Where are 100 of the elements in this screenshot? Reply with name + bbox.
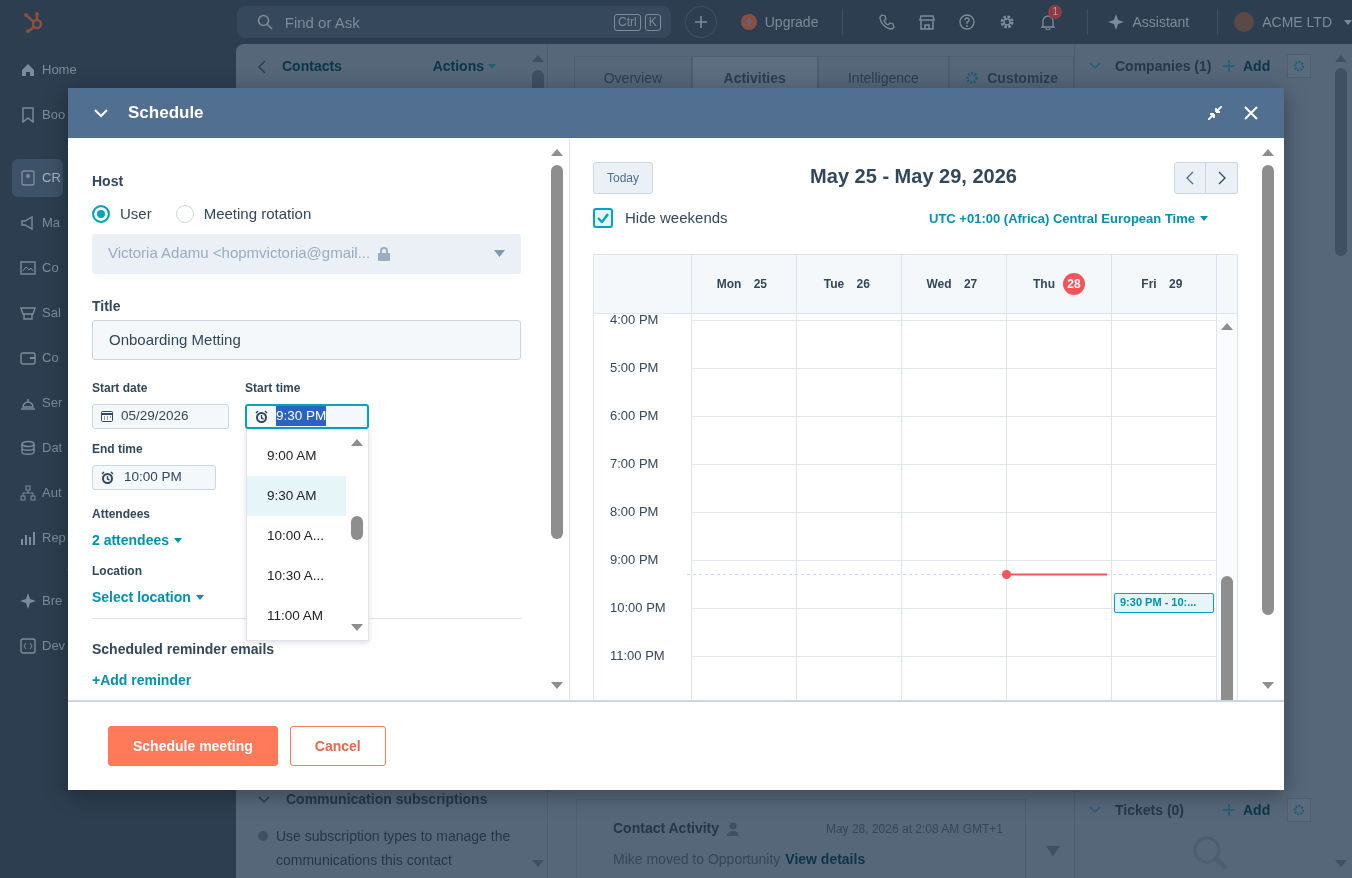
minimize-icon[interactable] <box>1208 106 1222 120</box>
today-button[interactable]: Today <box>593 162 654 194</box>
sidebar-item[interactable]: Dev <box>12 627 68 665</box>
hour-label: 6:00 PM <box>610 407 659 423</box>
time-field[interactable]: 10:00 PM <box>92 464 216 490</box>
day-name: Wed <box>926 275 952 293</box>
hour-label: 7:00 PM <box>610 455 659 471</box>
settings-icon[interactable] <box>999 14 1016 30</box>
time-field[interactable]: 9:30 PM <box>245 403 369 429</box>
dialog-title: Schedule <box>128 102 204 125</box>
sidebar-item[interactable]: Sal <box>12 294 63 332</box>
settings-icon <box>1293 804 1306 816</box>
field-label: Location <box>92 562 142 579</box>
chevron-down-icon <box>1089 62 1101 70</box>
time-option[interactable]: 9:00 AM <box>247 436 346 476</box>
actions-menu[interactable]: Actions <box>432 56 496 77</box>
day-date: 28 <box>1063 272 1085 295</box>
sidebar-item[interactable]: Boo <box>12 96 68 134</box>
plus-icon <box>1223 804 1235 816</box>
attendees-menu[interactable]: 2 attendees <box>92 529 183 551</box>
hour-label: 5:00 PM <box>610 359 659 375</box>
sidebar-item[interactable]: Co <box>12 249 61 287</box>
megaphone-icon <box>20 215 36 231</box>
chevron-down-icon <box>258 795 270 804</box>
calendar-event[interactable]: 9:30 PM - 10:... <box>1114 592 1214 613</box>
sidebar-item[interactable]: Rep <box>12 519 68 557</box>
image-icon <box>20 260 36 276</box>
hour-label: 11:00 PM <box>610 647 665 663</box>
time-option[interactable]: 11:00 AM <box>247 596 346 636</box>
store-icon[interactable] <box>919 14 936 30</box>
sidebar-item[interactable]: Home <box>12 51 79 89</box>
date-field[interactable]: 05/29/2026 <box>92 403 229 429</box>
day-name: Mon <box>716 275 742 293</box>
add-reminder-link[interactable]: +Add reminder <box>92 670 192 689</box>
day-name: Fri <box>1141 275 1157 293</box>
chevron-down-icon[interactable] <box>94 108 108 118</box>
field-label: End time <box>92 440 143 457</box>
calendar-icon <box>101 410 113 422</box>
caret-icon <box>494 250 505 257</box>
checkbox-label[interactable]: Hide weekends <box>625 207 728 230</box>
hour-label: 8:00 PM <box>610 503 659 519</box>
field-label: Start date <box>92 379 148 396</box>
caret-icon <box>174 537 183 543</box>
sparkle-icon <box>20 593 36 609</box>
bell-icon[interactable] <box>1040 14 1057 30</box>
settings-icon <box>1293 60 1306 72</box>
notification-badge: 1 <box>1048 5 1062 19</box>
cancel-button[interactable]: Cancel <box>289 726 386 766</box>
chevron-left-icon <box>258 59 266 74</box>
previous-button[interactable] <box>1174 162 1206 194</box>
day-date: 27 <box>962 275 979 293</box>
add-link[interactable]: Add <box>1223 55 1271 77</box>
caret-icon <box>1344 19 1352 25</box>
lock-icon <box>378 246 391 261</box>
chevron-right-icon <box>1217 171 1226 185</box>
sidebar-item[interactable]: Ma <box>12 204 63 242</box>
location-menu[interactable]: Select location <box>92 586 204 608</box>
checkbox[interactable] <box>593 208 613 229</box>
sidebar-item[interactable]: CR <box>12 159 63 197</box>
timezone-menu[interactable]: UTC +01:00 (Africa) Central European Time <box>929 208 1208 228</box>
next-button[interactable] <box>1206 162 1238 194</box>
alarm-clock-icon <box>101 470 114 484</box>
shortcut-key: Ctrl <box>614 14 641 31</box>
check-icon <box>597 213 609 224</box>
shortcut-key: K <box>644 14 661 31</box>
caret-icon <box>195 594 204 600</box>
assistant-button[interactable]: Assistant <box>1108 11 1190 33</box>
caret-icon <box>1200 215 1208 221</box>
plus-icon <box>1223 60 1235 72</box>
sidebar-item[interactable]: Ser <box>12 384 65 422</box>
date-range-title: May 25 - May 29, 2026 <box>810 165 1017 187</box>
chevron-left-icon <box>1186 171 1194 185</box>
bar-chart-icon <box>20 530 36 546</box>
time-option[interactable]: 10:30 A... <box>247 556 346 596</box>
sidebar-item[interactable]: Dat <box>12 429 65 467</box>
view-details-link[interactable]: View details <box>785 851 866 867</box>
account-menu[interactable]: ACME LTD <box>1234 11 1352 33</box>
plus-icon <box>693 15 708 29</box>
flowchart-icon <box>20 485 36 501</box>
wallet-icon <box>20 350 36 366</box>
title-field[interactable]: Onboarding Metting <box>92 319 521 360</box>
upgrade-button[interactable]: Upgrade <box>740 11 819 33</box>
back-link[interactable]: Contacts <box>258 56 342 77</box>
day-date: 26 <box>855 275 871 293</box>
time-option[interactable]: 10:00 A... <box>247 516 346 556</box>
schedule-button[interactable]: Schedule meeting <box>108 726 278 766</box>
code-icon <box>20 638 36 654</box>
contact-book-icon <box>20 170 36 186</box>
sidebar-item[interactable]: Aut <box>12 474 64 512</box>
phone-icon[interactable] <box>879 14 896 30</box>
sidebar-item[interactable]: Co <box>12 339 61 377</box>
help-icon[interactable] <box>959 14 976 30</box>
close-icon[interactable] <box>1244 106 1258 120</box>
sidebar-item[interactable]: Bre <box>12 582 65 620</box>
time-option[interactable]: 9:30 AM <box>247 476 346 516</box>
day-name: Thu <box>1033 275 1055 293</box>
add-link[interactable]: Add <box>1223 799 1271 821</box>
day-date: 29 <box>1168 275 1184 293</box>
bookmark-icon <box>20 107 36 123</box>
field-label: Title <box>92 297 121 314</box>
